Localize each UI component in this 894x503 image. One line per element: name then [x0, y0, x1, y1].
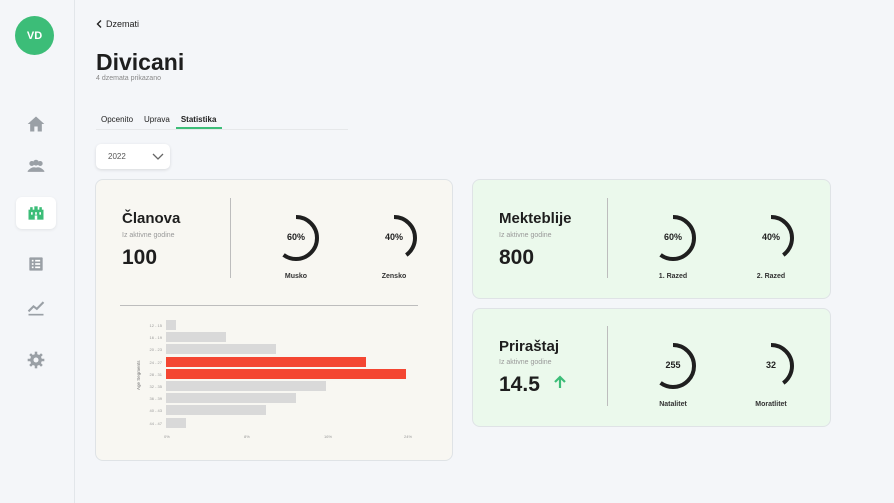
- ring-value: 40%: [761, 232, 780, 242]
- bar: [166, 368, 406, 379]
- y-tick-label: 44 - 47: [149, 420, 162, 426]
- card-value: 100: [122, 246, 158, 269]
- ring-value: 32: [765, 360, 776, 370]
- y-tick-label: 32 - 35: [149, 384, 162, 389]
- ring-razed-1: 60%: [649, 214, 697, 262]
- tab-opcenito[interactable]: Opcenito: [96, 113, 139, 129]
- ring-value: 40%: [384, 232, 403, 242]
- y-tick-label: 12 - 15: [149, 323, 162, 328]
- ring-musko: 60%: [272, 214, 320, 262]
- card-subtitle: Iz aktivne godine: [499, 359, 552, 366]
- card-subtitle: Iz aktivne godine: [122, 232, 175, 239]
- tab-statistika[interactable]: Statistika: [175, 113, 223, 129]
- divider: [607, 198, 608, 278]
- x-tick-label: 16%: [324, 433, 333, 439]
- ring-value: 255: [665, 360, 681, 370]
- ring-caption: 1. Razed: [658, 273, 688, 280]
- bar: [166, 320, 176, 330]
- ring-caption: 2. Razed: [756, 273, 786, 280]
- building-icon: [28, 206, 44, 220]
- home-icon: [27, 116, 45, 132]
- gear-icon: [27, 351, 45, 369]
- x-tick-label: 0%: [164, 433, 170, 439]
- nav-members[interactable]: [16, 150, 56, 182]
- age-chart: Age Segments 12 - 15 16 - 19 20 - 23 24 - 27…: [120, 306, 420, 439]
- chevron-left-icon: [96, 20, 102, 28]
- card-value: 14.5: [499, 373, 540, 396]
- sidebar: VD: [0, 0, 75, 503]
- arrow-up-icon: [554, 375, 566, 388]
- card-title: Priraštaj: [499, 338, 560, 355]
- tab-bar: Opcenito Uprava Statistika: [96, 113, 348, 130]
- bar: [166, 417, 186, 428]
- nav-settings[interactable]: [16, 344, 56, 376]
- users-icon: [27, 159, 45, 172]
- ring-caption: Zensko: [381, 273, 407, 280]
- back-link-label: Dzemati: [106, 19, 140, 29]
- card-title: Mekteblije: [499, 210, 572, 227]
- list-icon: [29, 257, 43, 271]
- ring-caption: Natalitet: [659, 401, 687, 408]
- card-subtitle: Iz aktivne godine: [499, 232, 552, 239]
- ring-caption: Musko: [284, 273, 308, 280]
- nav-list[interactable]: [16, 248, 56, 280]
- back-link[interactable]: Dzemati: [96, 19, 139, 29]
- bar: [166, 344, 276, 355]
- bar: [166, 356, 366, 367]
- y-tick-label: 20 - 23: [149, 347, 162, 353]
- ring-mortalitet: 32: [747, 342, 795, 390]
- ring-caption: Moratlitet: [755, 401, 787, 408]
- year-select[interactable]: 2022: [96, 144, 170, 169]
- trend-icon: [27, 301, 45, 316]
- page-subtitle: 4 dzemata prikazano: [96, 75, 161, 82]
- ring-razed-2: 40%: [747, 214, 795, 262]
- nav-buildings[interactable]: [16, 197, 56, 229]
- page-title: Divicani: [96, 49, 185, 75]
- ring-natalitet: 255: [649, 342, 697, 390]
- bar: [166, 381, 326, 391]
- bar: [166, 393, 296, 404]
- x-tick-label: 8%: [244, 433, 250, 439]
- ring-value: 60%: [663, 232, 682, 242]
- y-tick-label: 36 - 39: [149, 396, 162, 402]
- y-axis-label: Age Segments: [136, 360, 141, 390]
- ring-value: 60%: [286, 232, 305, 242]
- ring-zensko: 40%: [370, 214, 418, 262]
- y-tick-label: 24 - 27: [149, 359, 162, 365]
- year-select-value: 2022: [108, 152, 126, 161]
- y-tick-label: 40 - 43: [149, 408, 162, 414]
- card-mekteblije: Mekteblije Iz aktivne godine 800 60% 1. …: [472, 179, 831, 299]
- divider: [607, 326, 608, 406]
- tab-uprava[interactable]: Uprava: [139, 113, 176, 129]
- y-tick-label: 28 - 31: [149, 371, 162, 377]
- nav-stats[interactable]: [16, 292, 56, 324]
- nav-home[interactable]: [16, 108, 56, 140]
- card-title: Članova: [122, 210, 181, 227]
- x-tick-label: 24%: [404, 433, 413, 439]
- bar: [166, 332, 226, 343]
- bar: [166, 405, 266, 416]
- divider: [230, 198, 231, 278]
- card-value: 800: [499, 246, 535, 269]
- chevron-down-icon: [152, 153, 164, 160]
- avatar[interactable]: VD: [15, 16, 54, 55]
- y-tick-label: 16 - 19: [149, 335, 162, 341]
- card-prirastaj: Priraštaj Iz aktivne godine 14.5 255 Nat…: [472, 308, 831, 427]
